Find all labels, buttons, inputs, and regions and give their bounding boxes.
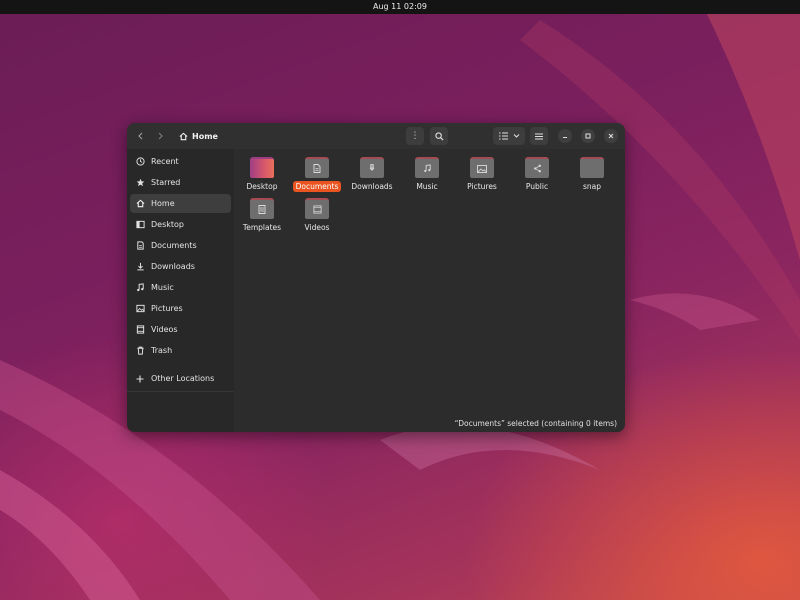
picture-icon — [135, 304, 145, 314]
trash-icon — [135, 346, 145, 356]
maximize-icon — [585, 133, 591, 139]
sidebar-item-pictures[interactable]: Pictures — [130, 299, 231, 318]
back-button[interactable] — [133, 127, 149, 145]
file-name: Templates — [242, 223, 282, 232]
hamburger-menu-icon — [535, 133, 543, 139]
music-folder-icon — [415, 157, 439, 178]
file-item-templates[interactable]: Templates — [234, 193, 290, 235]
file-grid: Desktop Documents Downloads Music Pictur… — [234, 149, 625, 432]
star-icon — [135, 178, 145, 188]
search-button[interactable] — [430, 127, 448, 145]
music-note-icon — [135, 283, 145, 293]
sidebar-item-trash[interactable]: Trash — [130, 341, 231, 360]
sidebar-item-label: Pictures — [151, 304, 183, 313]
file-name: Desktop — [246, 182, 278, 191]
clock[interactable]: Aug 11 02:09 — [373, 2, 427, 11]
close-button[interactable] — [604, 129, 618, 143]
vertical-dots-icon: ⋮ — [410, 131, 420, 141]
path-label: Home — [192, 131, 218, 141]
file-name: Public — [525, 182, 549, 191]
minimize-button[interactable] — [558, 129, 572, 143]
sidebar-item-label: Desktop — [151, 220, 184, 229]
sidebar-item-label: Trash — [151, 346, 173, 355]
download-icon — [135, 262, 145, 272]
sidebar-item-desktop[interactable]: Desktop — [130, 215, 231, 234]
document-icon — [135, 241, 145, 251]
search-icon — [434, 131, 444, 141]
folder-icon — [580, 157, 604, 178]
file-item-desktop[interactable]: Desktop — [234, 152, 290, 194]
view-toggle-button[interactable] — [493, 127, 525, 145]
sidebar: Recent Starred Home Desktop Documents Do… — [127, 149, 234, 432]
file-item-videos[interactable]: Videos — [289, 193, 345, 235]
sidebar-item-recent[interactable]: Recent — [130, 152, 231, 171]
more-options-button[interactable]: ⋮ — [406, 127, 424, 145]
file-item-pictures[interactable]: Pictures — [454, 152, 510, 194]
file-name: Videos — [304, 223, 330, 232]
minimize-icon — [563, 137, 567, 138]
sidebar-item-label: Downloads — [151, 262, 195, 271]
sidebar-item-documents[interactable]: Documents — [130, 236, 231, 255]
path-bar[interactable]: Home — [173, 127, 435, 145]
file-item-music[interactable]: Music — [399, 152, 455, 194]
main-menu-button[interactable] — [530, 127, 548, 145]
home-icon — [135, 199, 145, 209]
desktop-folder-icon — [250, 157, 274, 178]
sidebar-item-label: Home — [151, 199, 175, 208]
pictures-folder-icon — [470, 157, 494, 178]
top-bar: Aug 11 02:09 — [0, 0, 800, 14]
file-item-snap[interactable]: snap — [564, 152, 620, 194]
maximize-button[interactable] — [581, 129, 595, 143]
file-item-documents[interactable]: Documents — [289, 152, 345, 194]
video-icon — [135, 325, 145, 335]
status-text: “Documents” selected (containing 0 items… — [454, 419, 617, 428]
file-name: Documents — [292, 181, 342, 192]
public-folder-icon — [525, 157, 549, 178]
sidebar-item-music[interactable]: Music — [130, 278, 231, 297]
plus-icon — [135, 374, 145, 384]
sidebar-separator — [127, 391, 234, 392]
sidebar-item-videos[interactable]: Videos — [130, 320, 231, 339]
chevron-left-icon — [138, 132, 143, 140]
close-icon — [608, 133, 614, 139]
documents-folder-icon — [305, 157, 329, 178]
forward-button[interactable] — [152, 127, 168, 145]
sidebar-item-label: Recent — [151, 157, 179, 166]
clock-icon — [135, 157, 145, 167]
sidebar-item-label: Starred — [151, 178, 181, 187]
sidebar-item-label: Other Locations — [151, 374, 215, 383]
file-item-public[interactable]: Public — [509, 152, 565, 194]
list-view-icon — [498, 132, 508, 140]
sidebar-item-home[interactable]: Home — [130, 194, 231, 213]
chevron-down-icon — [513, 134, 519, 138]
file-manager-window: Home ⋮ Recent Starred Home Desktop Docum… — [127, 123, 625, 432]
sidebar-item-label: Videos — [151, 325, 178, 334]
file-name: Music — [416, 182, 438, 191]
sidebar-item-other-locations[interactable]: Other Locations — [130, 369, 231, 388]
file-name: Downloads — [351, 182, 393, 191]
sidebar-item-starred[interactable]: Starred — [130, 173, 231, 192]
file-name: Pictures — [467, 182, 497, 191]
file-item-downloads[interactable]: Downloads — [344, 152, 400, 194]
desktop-icon — [135, 220, 145, 230]
sidebar-item-label: Documents — [151, 241, 197, 250]
chevron-right-icon — [158, 132, 163, 140]
file-name: snap — [582, 182, 602, 191]
videos-folder-icon — [305, 198, 329, 219]
templates-folder-icon — [250, 198, 274, 219]
status-bar: “Documents” selected (containing 0 items… — [455, 418, 617, 430]
header-bar: Home ⋮ — [127, 123, 625, 149]
sidebar-item-label: Music — [151, 283, 174, 292]
home-icon — [179, 132, 188, 141]
sidebar-item-downloads[interactable]: Downloads — [130, 257, 231, 276]
downloads-folder-icon — [360, 157, 384, 178]
